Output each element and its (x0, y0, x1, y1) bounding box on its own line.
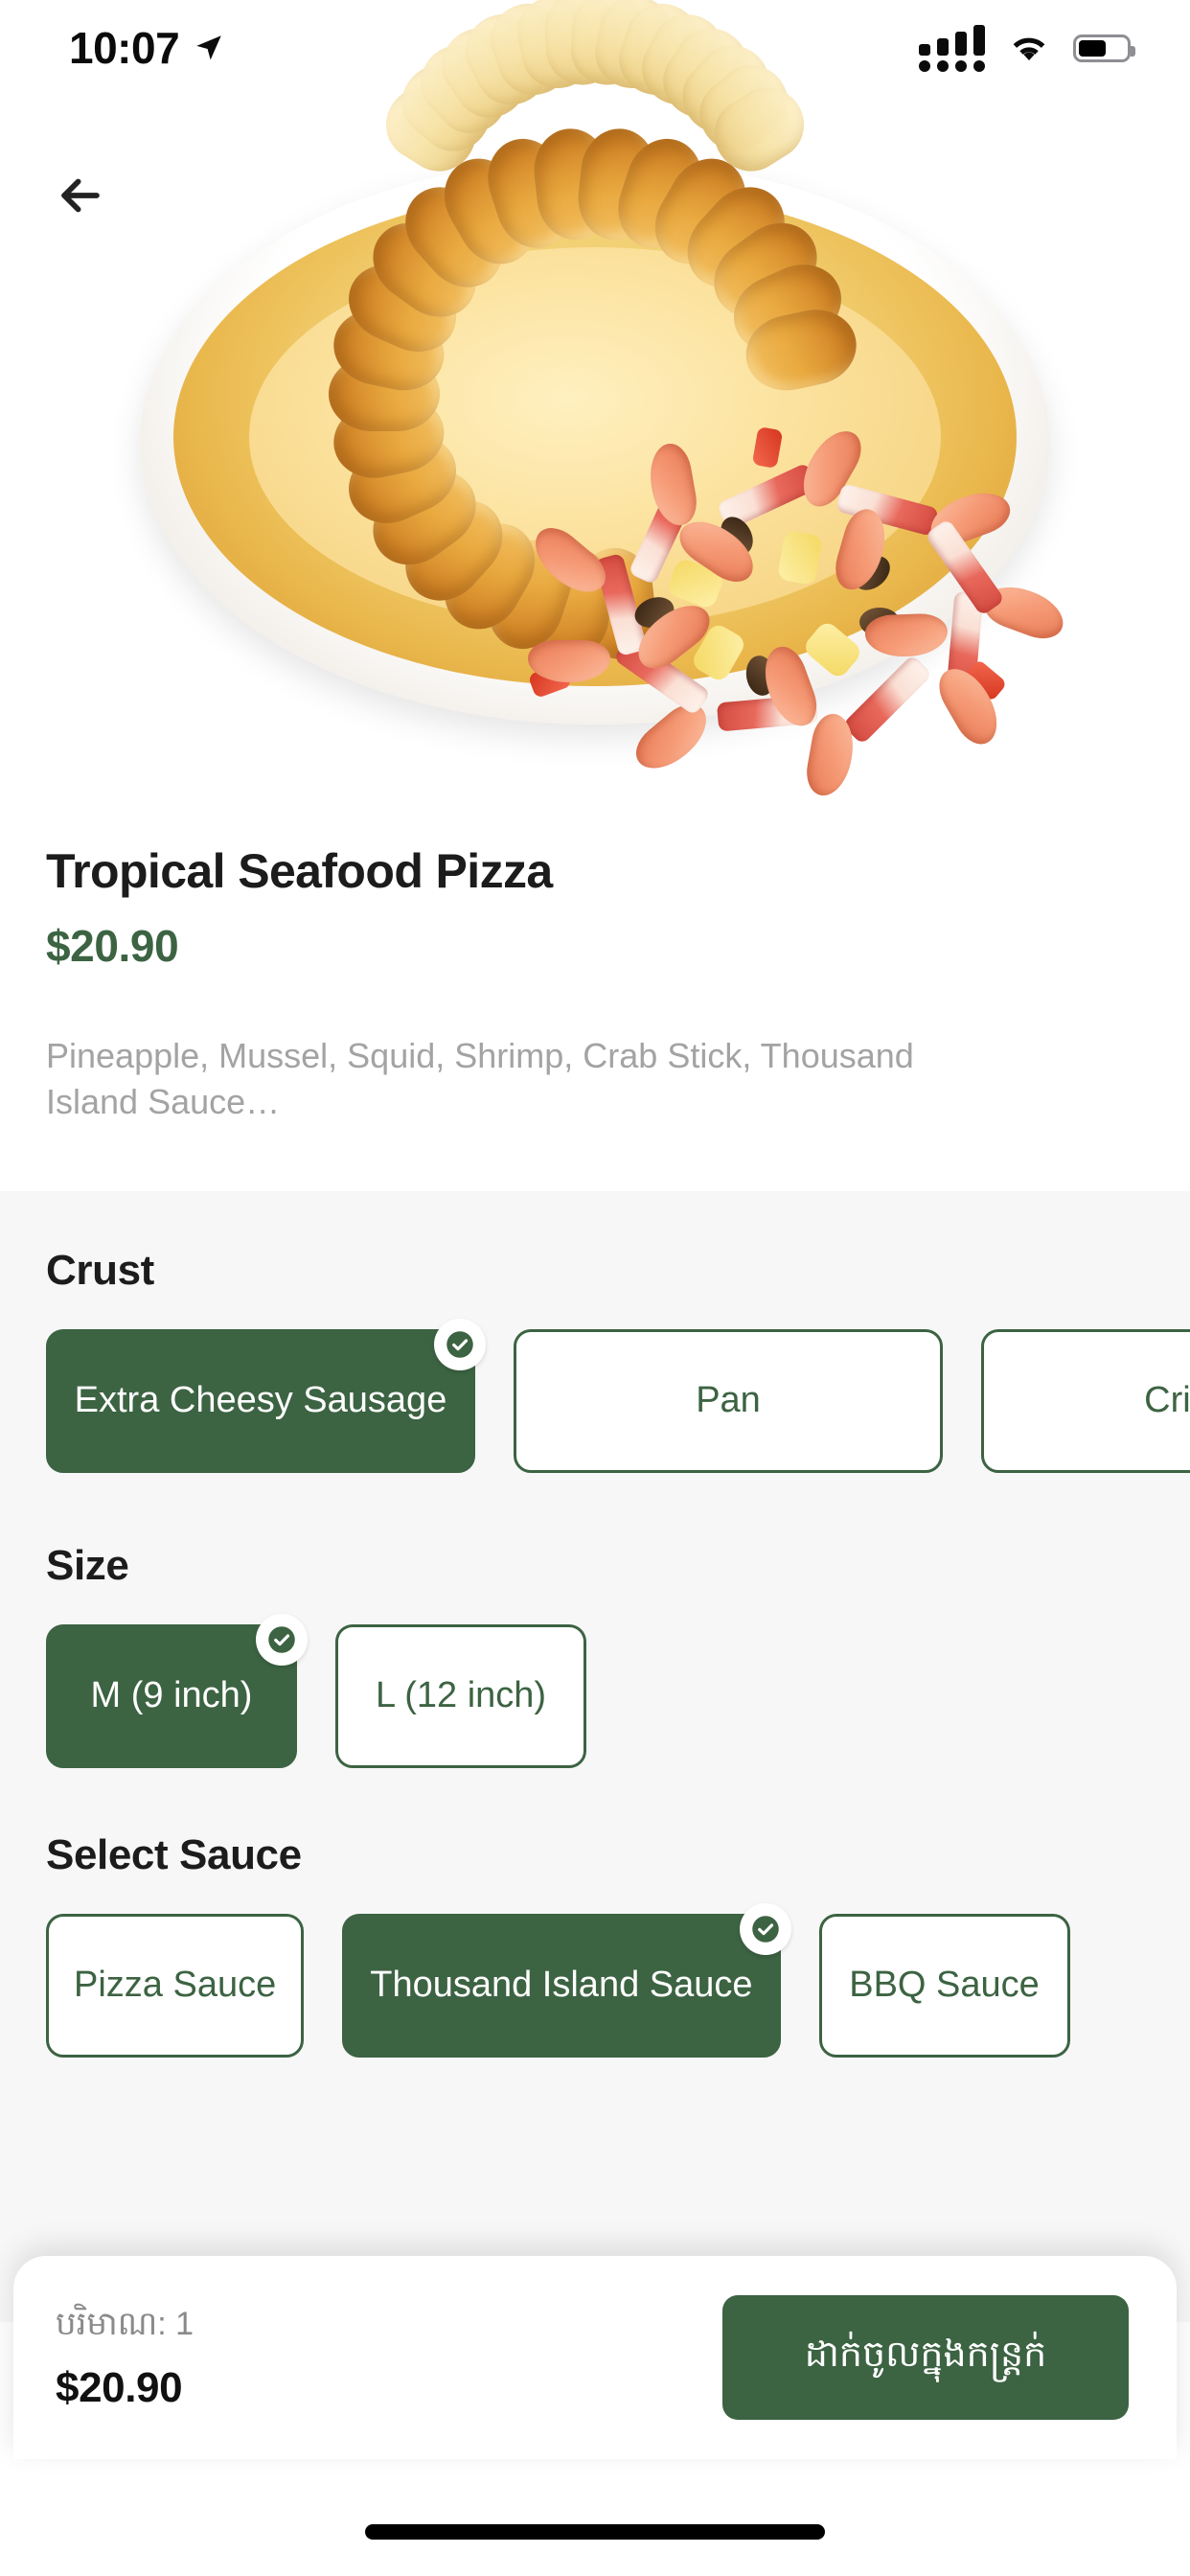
product-description: Pineapple, Mussel, Squid, Shrimp, Crab S… (46, 1036, 914, 1122)
size-section-title: Size (46, 1542, 129, 1589)
crust-option-pan[interactable]: Pan (514, 1329, 943, 1473)
quantity-label: បរិមាណ: 1 (56, 2306, 195, 2342)
product-info: Tropical Seafood Pizza $20.90 Pineapple,… (0, 843, 1190, 1125)
size-option-label: M (9 inch) (90, 1675, 253, 1716)
status-bar-indicators (919, 24, 1135, 72)
check-icon (434, 1319, 486, 1370)
crust-option-extra-cheesy-sausage[interactable]: Extra Cheesy Sausage (46, 1319, 486, 1473)
size-options-row[interactable]: M (9 inch) L (12 inch) (0, 1590, 1190, 1768)
order-bottom-bar: បរិមាណ: 1 $20.90 ដាក់ចូលក្នុងកន្ត្រក់ (13, 2256, 1177, 2459)
crust-section-title: Crust (46, 1247, 154, 1294)
sauce-option-bbq-sauce[interactable]: BBQ Sauce (818, 1914, 1070, 2058)
battery-icon (1073, 34, 1135, 62)
product-price: $20.90 (46, 921, 179, 971)
options-panel: Crust Extra Cheesy Sausage Pan Crispy Si… (0, 1191, 1190, 2322)
pizza-illustration (135, 0, 1070, 799)
product-hero-image (0, 0, 1190, 805)
wifi-icon (1013, 37, 1045, 60)
add-to-cart-button[interactable]: ដាក់ចូលក្នុងកន្ត្រក់ (722, 2295, 1129, 2420)
status-bar: 10:07 (0, 0, 1190, 96)
size-option-m[interactable]: M (9 inch) (46, 1614, 308, 1768)
back-button[interactable] (36, 151, 125, 240)
sauce-option-thousand-island-sauce[interactable]: Thousand Island Sauce (342, 1903, 791, 2058)
crust-option-label: Crispy (1144, 1380, 1190, 1421)
total-price: $20.90 (56, 2364, 183, 2411)
crust-options-row[interactable]: Extra Cheesy Sausage Pan Crispy (0, 1295, 1190, 1473)
checkmark-glyph (751, 1916, 779, 1943)
checkmark-glyph (446, 1331, 473, 1358)
crust-option-label: Pan (696, 1380, 761, 1421)
sauce-options-row[interactable]: Pizza Sauce Thousand Island Sauce BBQ Sa… (0, 1879, 1190, 2058)
sauce-option-label: Thousand Island Sauce (370, 1965, 753, 2006)
sauce-section-title: Select Sauce (46, 1831, 302, 1878)
location-arrow-icon (196, 35, 221, 60)
checkmark-glyph (268, 1626, 295, 1653)
page-title: Tropical Seafood Pizza (46, 844, 553, 898)
shrimp-topping (863, 612, 949, 658)
back-arrow-icon (61, 178, 100, 213)
crust-option-crispy[interactable]: Crispy (981, 1329, 1190, 1473)
check-icon (256, 1614, 308, 1666)
cellular-signal-icon (919, 24, 985, 72)
crust-option-label: Extra Cheesy Sausage (74, 1380, 447, 1421)
next-section-title-cut-off (0, 2115, 1190, 2163)
order-summary: បរិមាណ: 1 $20.90 (56, 2303, 194, 2412)
check-icon (739, 1903, 791, 1955)
sauce-option-pizza-sauce[interactable]: Pizza Sauce (46, 1914, 305, 2058)
product-detail-screen: 10:07 Tropical Seafood Pizza $20.90 Pine… (0, 0, 1190, 2576)
home-indicator[interactable] (365, 2524, 825, 2540)
clock-label: 10:07 (69, 23, 180, 73)
status-bar-time-group: 10:07 (69, 22, 225, 74)
size-option-label: L (12 inch) (375, 1675, 547, 1716)
sauce-option-label: BBQ Sauce (849, 1965, 1040, 2006)
size-option-l[interactable]: L (12 inch) (335, 1624, 586, 1768)
sauce-option-label: Pizza Sauce (74, 1965, 277, 2006)
